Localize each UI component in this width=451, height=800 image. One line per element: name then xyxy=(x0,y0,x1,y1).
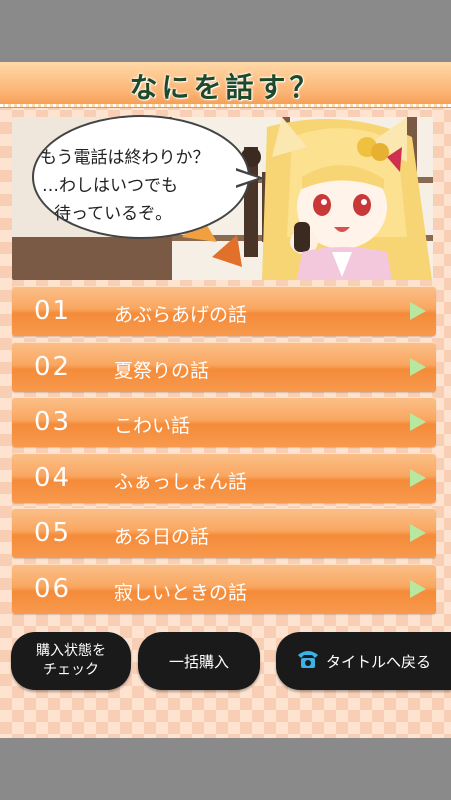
check-purchase-line2: チェック xyxy=(43,662,99,678)
phone-icon xyxy=(296,649,320,673)
header-bar: なにを話す？ xyxy=(0,62,451,107)
back-to-title-button[interactable]: タイトルへ戻る xyxy=(276,632,451,690)
speech-line: …わしはいつでも xyxy=(42,176,178,196)
topic-number: 03 xyxy=(34,407,72,437)
topic-item-03[interactable]: 03 こわい話 xyxy=(12,397,436,447)
topic-number: 04 xyxy=(34,463,72,493)
play-arrow-icon xyxy=(410,524,426,542)
topic-label: こわい話 xyxy=(114,415,191,437)
topic-label: あぶらあげの話 xyxy=(114,304,248,326)
topic-item-01[interactable]: 01 あぶらあげの話 xyxy=(12,286,436,336)
play-arrow-icon xyxy=(410,580,426,598)
speech-text: もう電話は終わりか？ …わしはいつでも 待っているぞ。 xyxy=(40,144,240,228)
speech-line: もう電話は終わりか？ xyxy=(40,148,210,168)
play-arrow-icon xyxy=(410,302,426,320)
topic-number: 06 xyxy=(34,574,72,604)
check-purchase-button[interactable]: 購入状態を チェック xyxy=(11,632,131,690)
topic-number: 01 xyxy=(34,296,72,326)
speech-line: 待っているぞ。 xyxy=(54,204,173,224)
topic-item-06[interactable]: 06 寂しいときの話 xyxy=(12,564,436,614)
back-to-title-label: タイトルへ戻る xyxy=(325,652,431,671)
topic-label: 夏祭りの話 xyxy=(114,360,210,382)
topic-label: ある日の話 xyxy=(114,526,210,548)
topic-item-04[interactable]: 04 ふぁっしょん話 xyxy=(12,453,436,503)
play-arrow-icon xyxy=(410,358,426,376)
page-title: なにを話す？ xyxy=(129,71,322,104)
check-purchase-line1: 購入状態を xyxy=(36,643,106,659)
topic-item-05[interactable]: 05 ある日の話 xyxy=(12,508,436,558)
play-arrow-icon xyxy=(410,413,426,431)
play-arrow-icon xyxy=(410,469,426,487)
topic-item-02[interactable]: 02 夏祭りの話 xyxy=(12,342,436,392)
topic-number: 02 xyxy=(34,352,72,382)
topic-label: 寂しいときの話 xyxy=(114,582,248,604)
topic-number: 05 xyxy=(34,518,72,548)
bulk-purchase-label: 一括購入 xyxy=(168,652,229,671)
bulk-purchase-button[interactable]: 一括購入 xyxy=(138,632,260,690)
topic-label: ふぁっしょん話 xyxy=(114,471,248,493)
